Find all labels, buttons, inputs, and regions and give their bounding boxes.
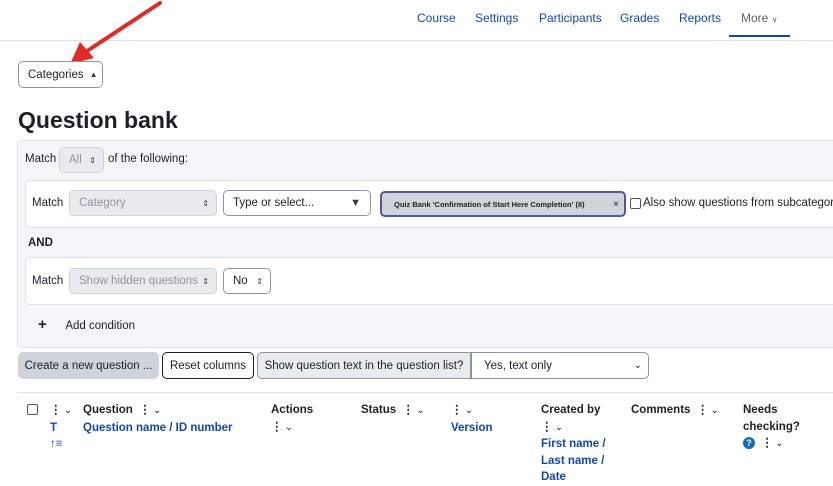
col-actions-header: Actions ⋮ ⌄ (271, 402, 313, 436)
page-title: Question bank (18, 107, 178, 133)
col-status-label: Status (361, 404, 397, 416)
kebab-icon[interactable]: ⋮ (271, 421, 282, 433)
col-created-by-header: Created by ⋮ ⌄ First name / Last name / … (541, 402, 606, 486)
col-type-header: ⋮ ⌄ T ↑≡ (50, 402, 72, 453)
nav-grades[interactable]: Grades (620, 11, 659, 35)
match-type-select[interactable]: All ⇕ (59, 147, 104, 173)
cond1-match-label: Match (32, 197, 64, 209)
col-version-link[interactable]: Version (451, 422, 493, 434)
reset-columns-button[interactable]: Reset columns (162, 352, 254, 379)
and-label: AND (28, 237, 53, 249)
nav-course[interactable]: Course (417, 11, 456, 35)
hidden-questions-select[interactable]: No ⇕ (223, 268, 271, 294)
chevron-down-icon[interactable]: ⌄ (153, 405, 161, 416)
kebab-icon[interactable]: ⋮ (541, 421, 552, 433)
col-question-header: Question ⋮ ⌄ Question name / ID number (83, 402, 233, 436)
categories-select[interactable]: Categories ▲ (18, 61, 103, 88)
col-version-header: ⋮ ⌄ Version (451, 402, 493, 436)
chevron-down-icon: ∨ (771, 15, 778, 24)
updown-icon: ⇕ (202, 198, 209, 208)
cond2-match-label: Match (32, 275, 64, 287)
nav-more[interactable]: More ∨ (729, 11, 790, 37)
cond2-type-value: Show hidden questions (79, 275, 198, 287)
nav-more-label: More (741, 11, 769, 25)
chevron-down-icon[interactable]: ⌄ (465, 405, 473, 416)
categories-label: Categories (28, 68, 84, 81)
nav-settings[interactable]: Settings (475, 11, 518, 35)
col-comments-header: Comments ⋮ ⌄ (631, 402, 719, 420)
show-text-label: Show question text in the question list? (264, 359, 464, 372)
add-condition-label: Add condition (65, 320, 136, 332)
autocomplete-placeholder: Type or select... (233, 197, 315, 209)
col-question-label: Question (83, 404, 133, 416)
col-type-label[interactable]: T (50, 422, 57, 434)
sort-first-name-link[interactable]: First name / (541, 438, 606, 450)
col-needs-label-1: Needs (743, 404, 778, 416)
category-autocomplete-input[interactable]: Type or select... ▼ (223, 190, 371, 216)
nav-reports[interactable]: Reports (679, 11, 721, 35)
kebab-icon[interactable]: ⋮ (761, 437, 772, 449)
show-text-select[interactable]: Yes, text only ⌄ (471, 352, 649, 379)
create-question-button[interactable]: Create a new question ... (18, 352, 159, 379)
sort-last-name-link[interactable]: Last name / (541, 455, 604, 467)
updown-icon: ⇕ (89, 155, 96, 165)
sort-caret-icon: ▲ (89, 70, 98, 79)
hidden-value: No (233, 275, 248, 287)
select-all-checkbox[interactable] (27, 404, 38, 415)
chevron-down-icon[interactable]: ⌄ (64, 405, 72, 416)
selected-category-chip[interactable]: Quiz Bank 'Confirmation of Start Here Co… (380, 191, 626, 217)
col-needs-label-2: checking? (743, 420, 800, 433)
help-icon[interactable]: ? (743, 437, 755, 449)
show-text-label-box: Show question text in the question list? (257, 352, 471, 379)
dropdown-triangle-icon: ▼ (350, 197, 361, 209)
chevron-down-icon[interactable]: ⌄ (555, 422, 563, 433)
col-needs-checking-header: Needs checking? ? ⋮ ⌄ (743, 402, 800, 453)
sort-asc-icon[interactable]: ↑≡ (50, 438, 62, 450)
nav-participants[interactable]: Participants (539, 11, 602, 35)
chevron-down-icon[interactable]: ⌄ (285, 422, 293, 433)
filter-panel (17, 140, 833, 348)
reset-columns-label: Reset columns (169, 359, 247, 372)
kebab-icon[interactable]: ⋮ (697, 404, 708, 416)
of-following-label: of the following: (108, 153, 188, 165)
match-label: Match (25, 153, 57, 165)
cond1-type-select[interactable]: Category ⇕ (69, 190, 217, 216)
kebab-icon[interactable]: ⋮ (50, 404, 61, 416)
col-comments-label: Comments (631, 404, 691, 416)
col-question-sub-link[interactable]: Question name / ID number (83, 422, 233, 434)
question-table-header-border (17, 392, 833, 393)
add-condition-button[interactable]: + Add condition (38, 316, 135, 333)
updown-icon: ⇕ (202, 276, 209, 286)
create-question-label: Create a new question ... (24, 359, 153, 372)
sort-date-link[interactable]: Date (541, 471, 566, 483)
chevron-down-icon[interactable]: ⌄ (416, 405, 424, 416)
kebab-icon[interactable]: ⋮ (403, 404, 414, 416)
chevron-down-icon: ⌄ (633, 360, 642, 371)
cond1-type-value: Category (79, 197, 126, 209)
close-icon[interactable]: × (613, 199, 619, 210)
subcategories-label: Also show questions from subcategories (643, 197, 833, 209)
kebab-icon[interactable]: ⋮ (451, 404, 462, 416)
col-status-header: Status ⋮ ⌄ (361, 402, 425, 420)
chevron-down-icon[interactable]: ⌄ (711, 405, 719, 416)
chip-label: Quiz Bank 'Confirmation of Start Here Co… (394, 199, 585, 209)
col-created-by-label: Created by (541, 404, 601, 416)
plus-icon: + (38, 316, 47, 333)
col-actions-label: Actions (271, 404, 314, 416)
kebab-icon[interactable]: ⋮ (139, 404, 150, 416)
cond2-type-select[interactable]: Show hidden questions ⇕ (69, 268, 217, 294)
subcategories-checkbox[interactable] (630, 198, 641, 209)
match-type-value: All (69, 154, 82, 166)
updown-icon: ⇕ (256, 276, 263, 286)
show-text-value: Yes, text only (484, 359, 552, 372)
chevron-down-icon[interactable]: ⌄ (775, 438, 783, 449)
